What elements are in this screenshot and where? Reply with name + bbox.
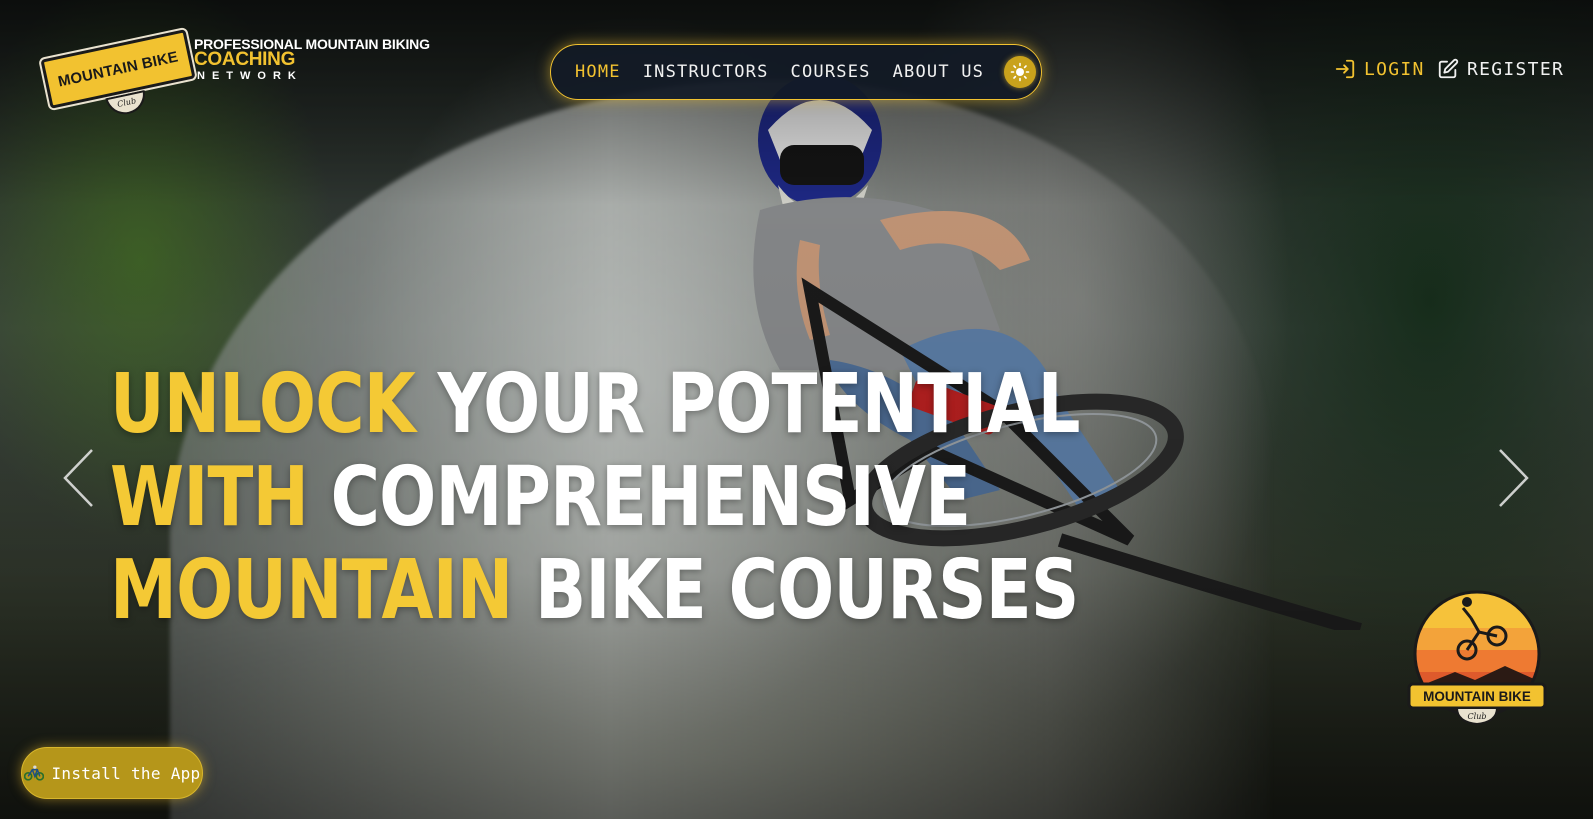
login-label: LOGIN bbox=[1364, 58, 1425, 80]
theme-toggle-button[interactable] bbox=[1004, 56, 1037, 88]
main-nav: HOME INSTRUCTORS COURSES ABOUT US bbox=[550, 44, 1042, 100]
hero-headline: UNLOCK YOUR POTENTIAL WITH COMPREHENSIVE… bbox=[110, 357, 1080, 638]
login-icon bbox=[1335, 59, 1355, 79]
club-logo-sub: Club bbox=[1468, 712, 1487, 721]
nav-courses[interactable]: COURSES bbox=[791, 62, 871, 82]
site-logo[interactable]: MOUNTAIN BIKE Club PROFESSIONAL MOUNTAIN… bbox=[40, 29, 442, 118]
club-logo[interactable]: MOUNTAIN BIKE Club bbox=[1405, 588, 1549, 732]
logo-tagline-2: COACHING bbox=[194, 49, 296, 70]
edit-icon bbox=[1438, 58, 1459, 79]
headline-highlight: WITH bbox=[110, 450, 309, 545]
headline-text: YOUR POTENTIAL bbox=[415, 357, 1081, 452]
chevron-left-icon bbox=[63, 449, 93, 507]
install-app-button[interactable]: Install the App bbox=[21, 747, 203, 799]
register-link[interactable]: REGISTER bbox=[1437, 58, 1564, 80]
nav-home[interactable]: HOME bbox=[575, 62, 621, 82]
logo-badge-text: MOUNTAIN BIKE bbox=[56, 47, 180, 91]
headline-highlight: UNLOCK bbox=[110, 357, 416, 452]
register-label: REGISTER bbox=[1467, 58, 1565, 80]
nav-about-us[interactable]: ABOUT US bbox=[893, 62, 984, 82]
headline-text: COMPREHENSIVE bbox=[308, 450, 971, 545]
sun-icon bbox=[1010, 62, 1030, 82]
bicycle-icon bbox=[23, 765, 44, 781]
headline-text: BIKE COURSES bbox=[512, 543, 1079, 638]
headline-line-2: WITH COMPREHENSIVE bbox=[110, 450, 971, 545]
chevron-right-icon bbox=[1499, 449, 1529, 507]
headline-line-1: UNLOCK YOUR POTENTIAL bbox=[110, 357, 1080, 452]
headline-highlight: MOUNTAIN bbox=[110, 543, 513, 638]
carousel-next-button[interactable] bbox=[1496, 448, 1530, 508]
nav-instructors[interactable]: INSTRUCTORS bbox=[643, 62, 769, 82]
club-logo-text: MOUNTAIN BIKE bbox=[1423, 689, 1531, 704]
carousel-prev-button[interactable] bbox=[62, 448, 96, 508]
install-app-label: Install the App bbox=[51, 763, 201, 783]
logo-tagline-3: NETWORK bbox=[197, 70, 303, 82]
login-link[interactable]: LOGIN bbox=[1334, 58, 1425, 80]
headline-line-3: MOUNTAIN BIKE COURSES bbox=[110, 543, 1079, 638]
